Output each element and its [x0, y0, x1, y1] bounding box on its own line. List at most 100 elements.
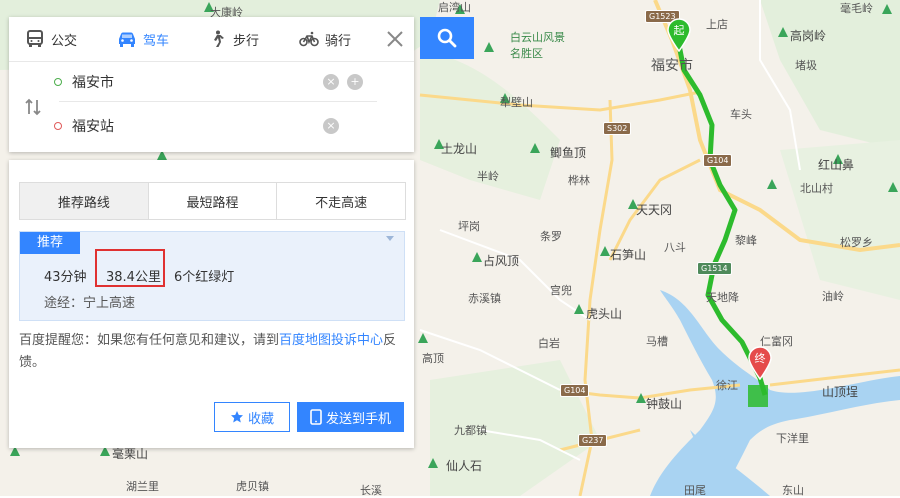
peak-icon: [530, 143, 540, 153]
map-label: 堵圾: [795, 59, 817, 72]
peak-icon: [484, 42, 494, 52]
tab-bike-label: 骑行: [325, 33, 352, 49]
map-label: 条罗: [540, 230, 562, 243]
end-marker[interactable]: 终: [747, 346, 773, 380]
map-label: 天地降: [706, 291, 739, 304]
origin-dot-icon: [54, 78, 62, 86]
map-label: 福安市: [651, 58, 693, 74]
recommended-badge: 推荐: [20, 232, 80, 254]
map-label: 马槽: [646, 335, 668, 348]
bike-icon: [299, 31, 319, 47]
tab-recommended[interactable]: 推荐路线: [20, 183, 148, 219]
map-label: 天天冈: [636, 203, 673, 217]
map-label: 松罗乡: [840, 236, 873, 249]
tab-bus[interactable]: 公交: [25, 17, 77, 61]
tab-walk-label: 步行: [233, 33, 260, 49]
favorite-button[interactable]: 收藏: [214, 402, 290, 432]
map-label: 占风顶: [483, 254, 520, 268]
peak-icon: [882, 4, 892, 14]
map-label: 红山鼻: [818, 158, 855, 172]
road-shield: S302: [603, 122, 632, 135]
tab-drive-label: 驾车: [143, 33, 170, 49]
walk-icon: [214, 30, 224, 47]
map-label: 下洋里: [776, 432, 809, 445]
map-label: 油岭: [822, 290, 844, 303]
peak-icon: [472, 252, 482, 262]
map-label: 山顶埕: [822, 385, 859, 399]
map-label: 车头: [730, 108, 752, 121]
peak-icon: [767, 179, 777, 189]
tab-bus-label: 公交: [51, 33, 78, 49]
map-label: 钟鼓山: [646, 397, 683, 411]
peak-icon: [600, 246, 610, 256]
map-label: 土龙山: [441, 142, 478, 156]
chevron-down-icon: [386, 236, 394, 241]
car-icon: [119, 32, 135, 47]
map-label: 启湾山: [438, 1, 471, 14]
map-label: 徐江: [716, 379, 738, 392]
start-marker-label: 起: [674, 24, 685, 37]
map-label: 名胜区: [510, 47, 543, 60]
map-label: 北山村: [800, 182, 833, 195]
route-search-panel: 公交 驾车 步行 骑行 福安市 × + 福安站 ×: [9, 17, 414, 152]
map-label: 白岩: [538, 337, 560, 350]
route-plan-card[interactable]: 推荐 43分钟 38.4公里 6个红绿灯 途经：宁上高速: [19, 231, 405, 321]
search-button[interactable]: [420, 17, 474, 59]
map-label: 湖兰里: [126, 480, 159, 493]
map-label: 仙人石: [446, 459, 483, 473]
map-label: 高顶: [422, 352, 444, 365]
tab-no-highway[interactable]: 不走高速: [276, 183, 405, 219]
send-to-phone-button[interactable]: 发送到手机: [297, 402, 404, 432]
peak-icon: [418, 333, 428, 343]
map-label: 桦林: [568, 174, 590, 187]
map-label: 半岭: [477, 170, 499, 183]
origin-value: 福安市: [72, 75, 114, 91]
route-preference-tabs: 推荐路线 最短路程 不走高速: [19, 182, 406, 220]
map-label: 虎头山: [586, 307, 623, 321]
map-label: 毫毛岭: [840, 2, 873, 15]
peak-icon: [636, 393, 646, 403]
map-label: 赤溪镇: [468, 292, 501, 305]
start-marker[interactable]: 起: [666, 18, 692, 52]
tab-walk[interactable]: 步行: [207, 17, 259, 61]
map-label: 鲫鱼顶: [550, 146, 587, 160]
travel-mode-tabs: 公交 驾车 步行 骑行: [9, 17, 414, 62]
route-duration: 43分钟: [44, 270, 87, 285]
tab-drive[interactable]: 驾车: [117, 17, 169, 61]
map-label: 八斗: [664, 241, 686, 254]
add-waypoint-icon[interactable]: +: [347, 74, 363, 90]
favorite-label: 收藏: [247, 411, 274, 427]
map-label: 黎峰: [735, 234, 757, 247]
clear-origin-icon[interactable]: ×: [323, 74, 339, 90]
feedback-tip: 百度提醒您：如果您有任何意见和建议，请到百度地图投诉中心反馈。: [19, 330, 409, 374]
map-label: 九都镇: [454, 424, 487, 437]
tip-prefix: 百度提醒您：如果您有任何意见和建议，请到: [19, 333, 280, 348]
phone-icon: [310, 409, 322, 425]
route-via: 途经：宁上高速: [44, 296, 136, 311]
map-label: 高岗岭: [790, 29, 827, 43]
tab-bike[interactable]: 骑行: [299, 17, 351, 61]
peak-icon: [778, 27, 788, 37]
road-shield: G237: [578, 434, 608, 447]
complaint-center-link[interactable]: 百度地图投诉中心: [279, 333, 383, 348]
road-shield: G104: [703, 154, 733, 167]
destination-value: 福安站: [72, 119, 114, 135]
road-shield: G1514: [697, 262, 732, 275]
road-shield: G104: [560, 384, 590, 397]
star-icon: [230, 411, 243, 423]
peak-icon: [888, 182, 898, 192]
map-label: 石笋山: [610, 248, 647, 262]
close-icon[interactable]: [383, 27, 407, 51]
map-label: 虎贝镇: [236, 480, 269, 493]
tab-shortest[interactable]: 最短路程: [147, 183, 277, 219]
swap-icon[interactable]: [23, 97, 43, 117]
search-icon: [437, 28, 457, 48]
bus-icon: [27, 30, 43, 47]
clear-destination-icon[interactable]: ×: [323, 118, 339, 134]
map-label: 上店: [706, 18, 728, 31]
route-result-panel: 推荐路线 最短路程 不走高速 推荐 43分钟 38.4公里 6个红绿灯 途经：宁…: [9, 160, 414, 448]
map-label: 宫兜: [550, 284, 572, 297]
map-label: 白云山风景: [510, 31, 565, 44]
peak-icon: [574, 304, 584, 314]
destination-dot-icon: [54, 122, 62, 130]
